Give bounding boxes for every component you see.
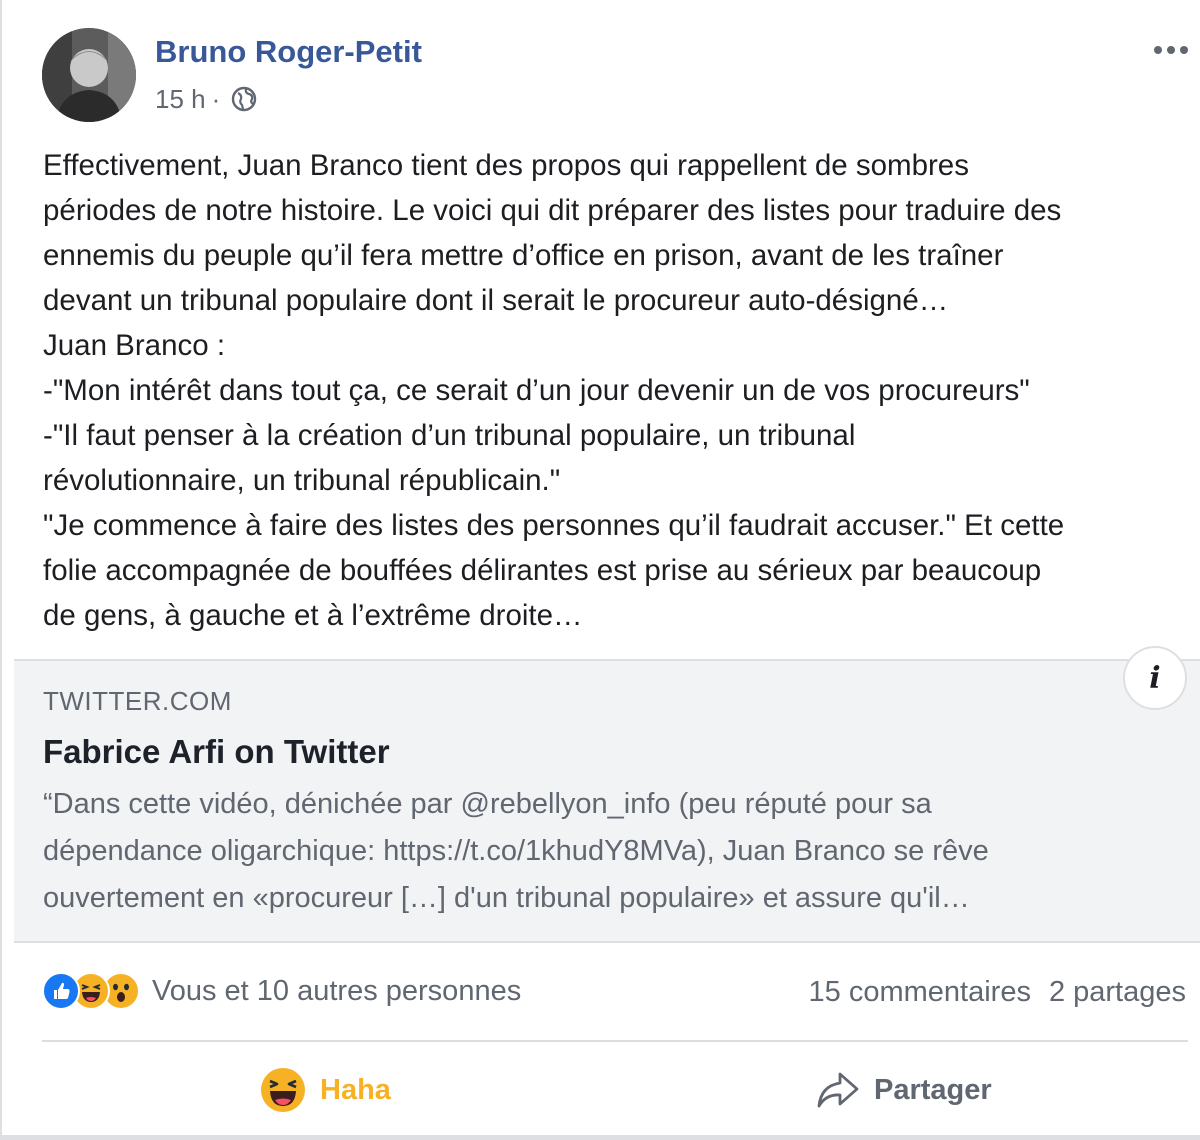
- facebook-post: Bruno Roger-Petit 15 h · Effectivement, …: [0, 0, 1200, 1140]
- haha-icon: [261, 1068, 305, 1112]
- post-text-line: de gens, à gauche et à l’extrême droite…: [43, 599, 583, 632]
- haha-label: Haha: [320, 1073, 391, 1106]
- more-dot: [1167, 46, 1175, 54]
- post-text-line: folie accompagnée de bouffées délirantes…: [43, 554, 1042, 587]
- post-timestamp[interactable]: 15 h: [155, 82, 206, 116]
- link-description-line: ouvertement en «procureur […] d'un tribu…: [43, 882, 970, 914]
- post-text-line: -"Mon intérêt dans tout ça, ce serait d’…: [43, 374, 1030, 407]
- post-text: Effectivement, Juan Branco tient des pro…: [43, 143, 1198, 638]
- more-dot: [1154, 46, 1162, 54]
- engagement-counts: 15 commentaires 2 partages: [809, 976, 1186, 1009]
- link-domain: TWITTER.COM: [43, 686, 232, 716]
- shares-count[interactable]: 2 partages: [1049, 976, 1186, 1009]
- post-meta: 15 h ·: [155, 82, 258, 116]
- post-text-line: Effectivement, Juan Branco tient des pro…: [43, 149, 969, 182]
- post-text-line: ennemis du peuple qu’il fera mettre d’of…: [43, 239, 1004, 272]
- author-name[interactable]: Bruno Roger-Petit: [155, 33, 422, 71]
- meta-separator: ·: [211, 84, 221, 114]
- post-text-line: périodes de notre histoire. Le voici qui…: [43, 194, 1062, 227]
- reactions-summary[interactable]: Vous et 10 autres personnes: [42, 972, 521, 1010]
- more-options-icon[interactable]: [1154, 40, 1198, 60]
- link-title[interactable]: Fabrice Arfi on Twitter: [43, 731, 390, 773]
- post-text-line: devant un tribunal populaire dont il ser…: [43, 284, 949, 317]
- link-description-line: dépendance oligarchique: https://t.co/1k…: [43, 835, 989, 867]
- haha-reaction-button[interactable]: Haha: [260, 1062, 391, 1118]
- comments-count[interactable]: 15 commentaires: [809, 976, 1031, 1009]
- like-icon: [42, 972, 80, 1010]
- share-button[interactable]: Partager: [816, 1062, 992, 1118]
- link-description: “Dans cette vidéo, dénichée par @rebelly…: [43, 781, 1183, 922]
- reactions-text[interactable]: Vous et 10 autres personnes: [152, 975, 521, 1008]
- more-dot: [1180, 46, 1188, 54]
- actions-divider: [42, 1040, 1188, 1042]
- info-icon[interactable]: i: [1123, 646, 1187, 710]
- post-bottom-border: [2, 1135, 1200, 1140]
- avatar[interactable]: [42, 28, 136, 122]
- post-text-line: révolutionnaire, un tribunal républicain…: [43, 464, 561, 497]
- globe-icon[interactable]: [230, 85, 258, 113]
- post-text-line: -"Il faut penser à la création d’un trib…: [43, 419, 856, 452]
- post-text-line: "Je commence à faire des listes des pers…: [43, 509, 1065, 542]
- share-label: Partager: [874, 1073, 992, 1106]
- link-description-line: “Dans cette vidéo, dénichée par @rebelly…: [43, 788, 932, 820]
- post-text-line: Juan Branco :: [43, 329, 226, 362]
- share-icon: [817, 1072, 859, 1108]
- reaction-icons: [42, 972, 140, 1010]
